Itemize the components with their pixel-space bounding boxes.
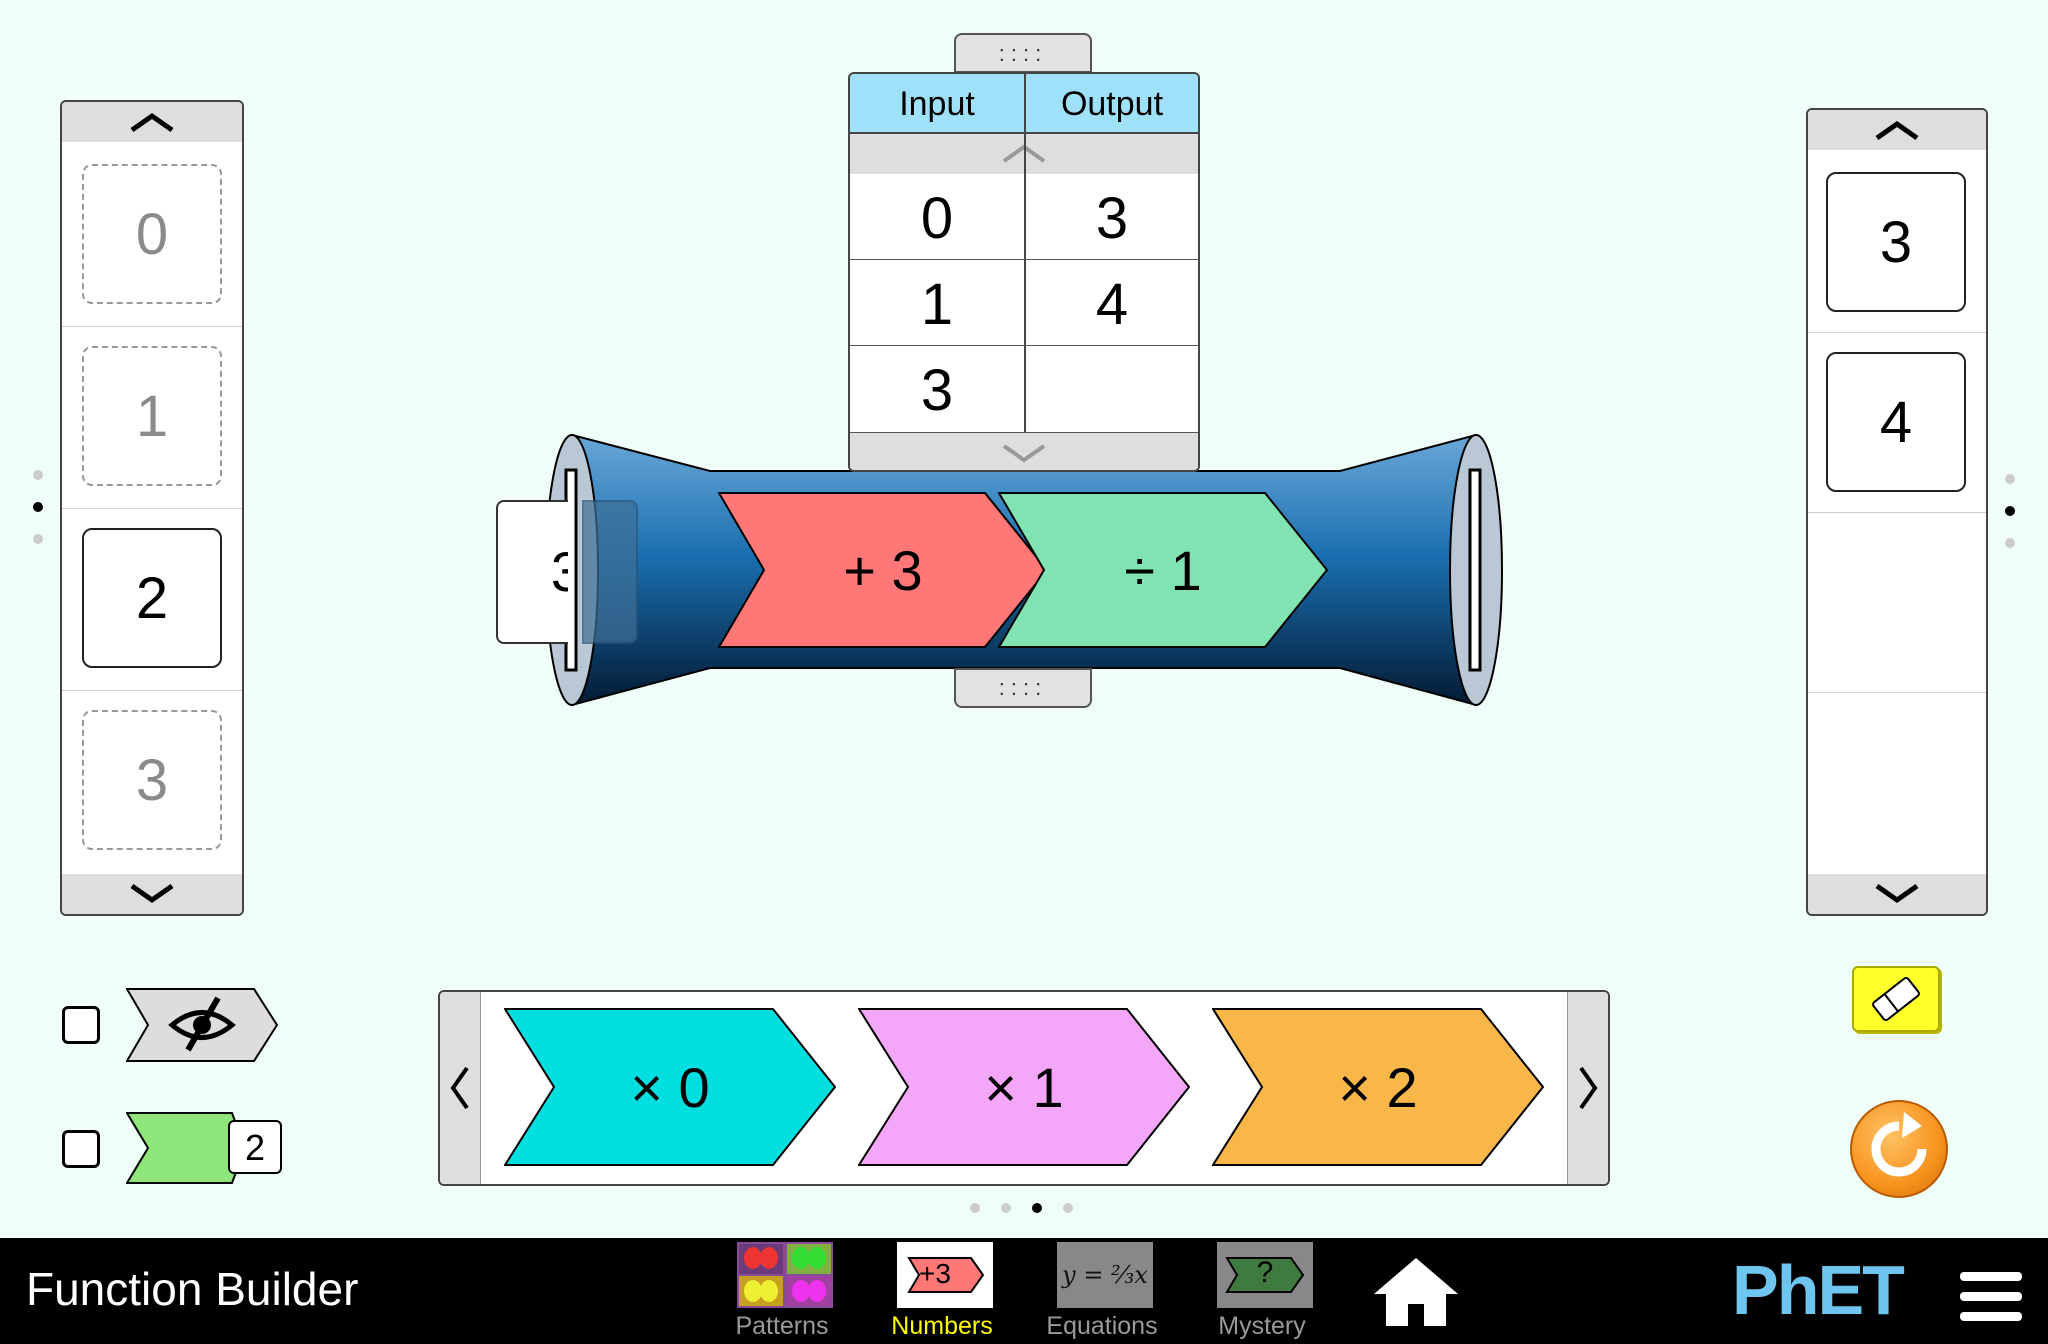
mystery-thumb: ?: [1217, 1242, 1313, 1308]
output-card[interactable]: 4: [1826, 352, 1966, 492]
hide-functions-checkbox[interactable]: [62, 1006, 100, 1044]
navbar: Function Builder Patterns +3 Numbers y =…: [0, 1238, 2048, 1344]
input-card[interactable]: 1: [82, 346, 222, 486]
function-item-label: × 0: [630, 1055, 710, 1119]
builder-function-divide[interactable]: ÷ 1: [998, 492, 1328, 648]
equation-icon: y = ⅔x: [1057, 1242, 1153, 1308]
function-item-times-two[interactable]: × 2: [1212, 1008, 1544, 1166]
table-cell-output: [1026, 346, 1198, 431]
table-row: 1 4: [850, 260, 1198, 346]
builder-function-label: ÷ 1: [1124, 538, 1202, 602]
input-card[interactable]: 0: [82, 164, 222, 304]
function-item-times-zero[interactable]: × 0: [504, 1008, 836, 1166]
input-carousel-down-button[interactable]: [62, 874, 242, 914]
output-page-dots: [2004, 474, 2016, 570]
tab-label: Mystery: [1218, 1312, 1306, 1340]
tab-label: Patterns: [735, 1312, 829, 1340]
home-icon[interactable]: [1370, 1254, 1462, 1330]
tab-patterns[interactable]: Patterns: [712, 1238, 852, 1344]
tab-label: Numbers: [891, 1312, 993, 1340]
numbers-thumb-label: +3: [919, 1258, 951, 1289]
butterflies-icon: [737, 1242, 833, 1308]
output-carousel-down-button[interactable]: [1808, 874, 1986, 914]
output-card[interactable]: 3: [1826, 172, 1966, 312]
chevron-down-icon: [1002, 444, 1046, 463]
table-cell-input: 0: [920, 186, 954, 251]
table-cell-input: 3: [920, 358, 954, 423]
table-cell-output: 3: [1095, 186, 1129, 251]
phet-logo[interactable]: PhET: [1732, 1250, 1905, 1330]
function-item-label: × 1: [984, 1055, 1064, 1119]
app-title: Function Builder: [26, 1263, 359, 1315]
function-carousel-next-button[interactable]: [1567, 992, 1608, 1184]
table-header-input: Input: [899, 85, 975, 123]
output-carousel: 3 4: [1806, 108, 1988, 916]
builder-input-value: 3: [551, 540, 568, 603]
input-card[interactable]: 3: [82, 710, 222, 850]
table-top-grip[interactable]: ::::: [954, 33, 1092, 73]
tab-label: Equations: [1046, 1312, 1158, 1340]
table-cell-input: 1: [920, 272, 954, 337]
input-carousel: 0 1 2 3: [60, 100, 244, 916]
eraser-button[interactable]: [1852, 966, 1940, 1032]
see-inside-checkbox[interactable]: [62, 1130, 100, 1168]
tab-equations[interactable]: y = ⅔x Equations: [1032, 1238, 1172, 1344]
function-carousel-prev-button[interactable]: [440, 992, 481, 1184]
table-row: 0 3: [850, 174, 1198, 260]
chevron-up-icon: [130, 112, 174, 133]
builder-input-card[interactable]: 3: [496, 500, 568, 644]
chevron-down-icon: [130, 883, 174, 904]
output-carousel-up-button[interactable]: [1808, 110, 1986, 150]
tab-numbers[interactable]: +3 Numbers: [872, 1238, 1012, 1344]
table-bottom-grip[interactable]: ::::: [954, 668, 1092, 708]
input-output-table: Input Output 0 3 1 4 3: [848, 72, 1200, 472]
tab-mystery[interactable]: ? Mystery: [1192, 1238, 1332, 1344]
chevron-right-icon: [1579, 1066, 1598, 1110]
reset-all-button[interactable]: [1850, 1100, 1948, 1198]
function-item-times-one[interactable]: × 1: [858, 1008, 1190, 1166]
menu-icon[interactable]: [1960, 1272, 2022, 1322]
table-row: 3: [850, 346, 1198, 431]
eye-slash-icon: [126, 988, 278, 1062]
builder-function-label: + 3: [843, 538, 923, 602]
input-card[interactable]: 2: [82, 528, 222, 668]
chevron-down-icon: [1875, 883, 1919, 904]
function-item-label: × 2: [1338, 1055, 1418, 1119]
chevron-left-icon: [450, 1066, 469, 1110]
chevron-up-icon: [1875, 120, 1919, 141]
eraser-icon: [1872, 976, 1920, 1022]
table-cell-output: 4: [1095, 272, 1129, 337]
mystery-thumb-label: ?: [1256, 1256, 1274, 1289]
table-scroll-down-button[interactable]: [850, 432, 1198, 470]
reset-icon: [1871, 1112, 1927, 1177]
see-inside-card: 2: [228, 1120, 282, 1174]
input-page-dots: [32, 470, 44, 566]
table-header-output: Output: [1060, 85, 1164, 123]
input-carousel-up-button[interactable]: [62, 102, 242, 142]
numbers-thumb: +3: [897, 1242, 993, 1308]
function-page-dots: [970, 1203, 1073, 1213]
